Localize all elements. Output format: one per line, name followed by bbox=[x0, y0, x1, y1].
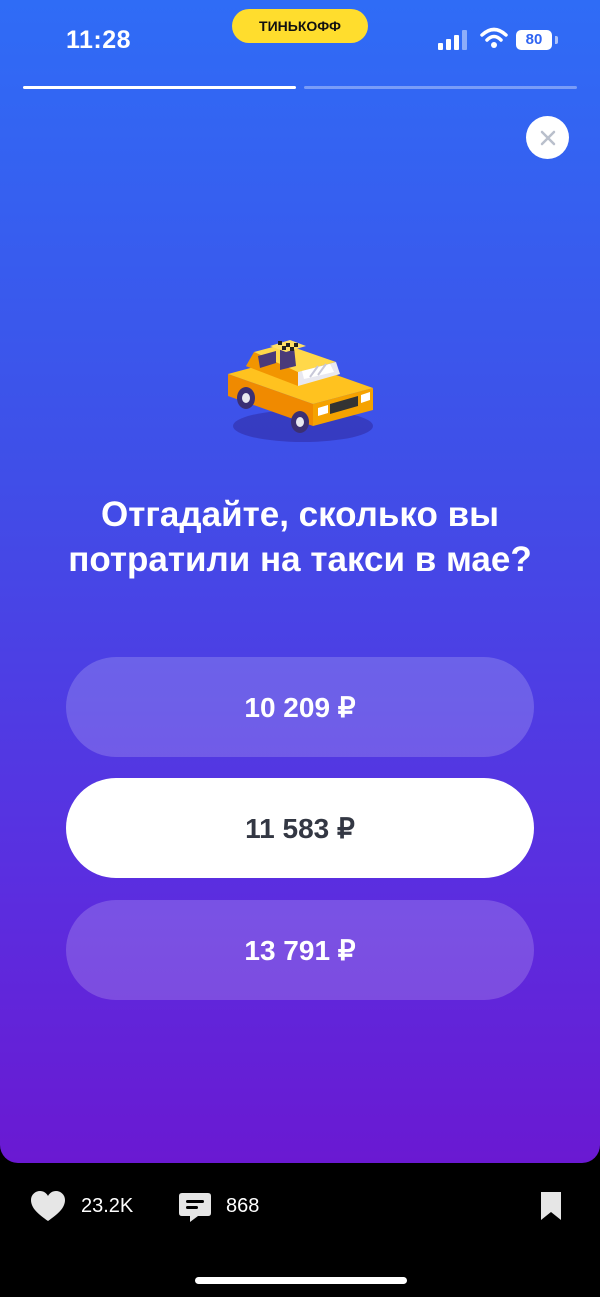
wifi-icon bbox=[480, 27, 508, 48]
answer-option-label: 11 583 ₽ bbox=[245, 812, 355, 844]
taxi-car-icon bbox=[228, 340, 373, 442]
status-time: 11:28 bbox=[66, 26, 132, 54]
question-title: Отгадайте, сколько вы потратили на такси… bbox=[68, 495, 532, 579]
heart-icon[interactable] bbox=[30, 1190, 66, 1222]
battery-tip bbox=[555, 36, 558, 44]
bookmark-icon[interactable] bbox=[540, 1191, 562, 1221]
likes-count: 23.2K bbox=[81, 1195, 134, 1217]
answer-option-label: 13 791 ₽ bbox=[244, 934, 356, 966]
cellular-signal-icon bbox=[438, 30, 467, 50]
home-indicator[interactable] bbox=[195, 1277, 407, 1284]
close-icon bbox=[540, 130, 555, 145]
answer-option-2[interactable]: 11 583 ₽ bbox=[66, 778, 534, 878]
story-progress-segment-1 bbox=[23, 86, 296, 89]
comment-icon[interactable] bbox=[178, 1191, 212, 1223]
story-card: 11:28 ТИНЬКОФФ 80 Отгадайте, сколько вы … bbox=[0, 0, 600, 1163]
battery-indicator: 80 bbox=[516, 30, 552, 50]
answer-option-3[interactable]: 13 791 ₽ bbox=[66, 900, 534, 1000]
answer-option-label: 10 209 ₽ bbox=[244, 691, 356, 723]
close-button[interactable] bbox=[526, 116, 569, 159]
status-bar: 11:28 ТИНЬКОФФ 80 bbox=[0, 0, 600, 80]
answer-option-1[interactable]: 10 209 ₽ bbox=[66, 657, 534, 757]
brand-pill: ТИНЬКОФФ bbox=[232, 9, 368, 43]
comments-count: 868 bbox=[226, 1195, 260, 1217]
story-progress-segment-2 bbox=[304, 86, 577, 89]
